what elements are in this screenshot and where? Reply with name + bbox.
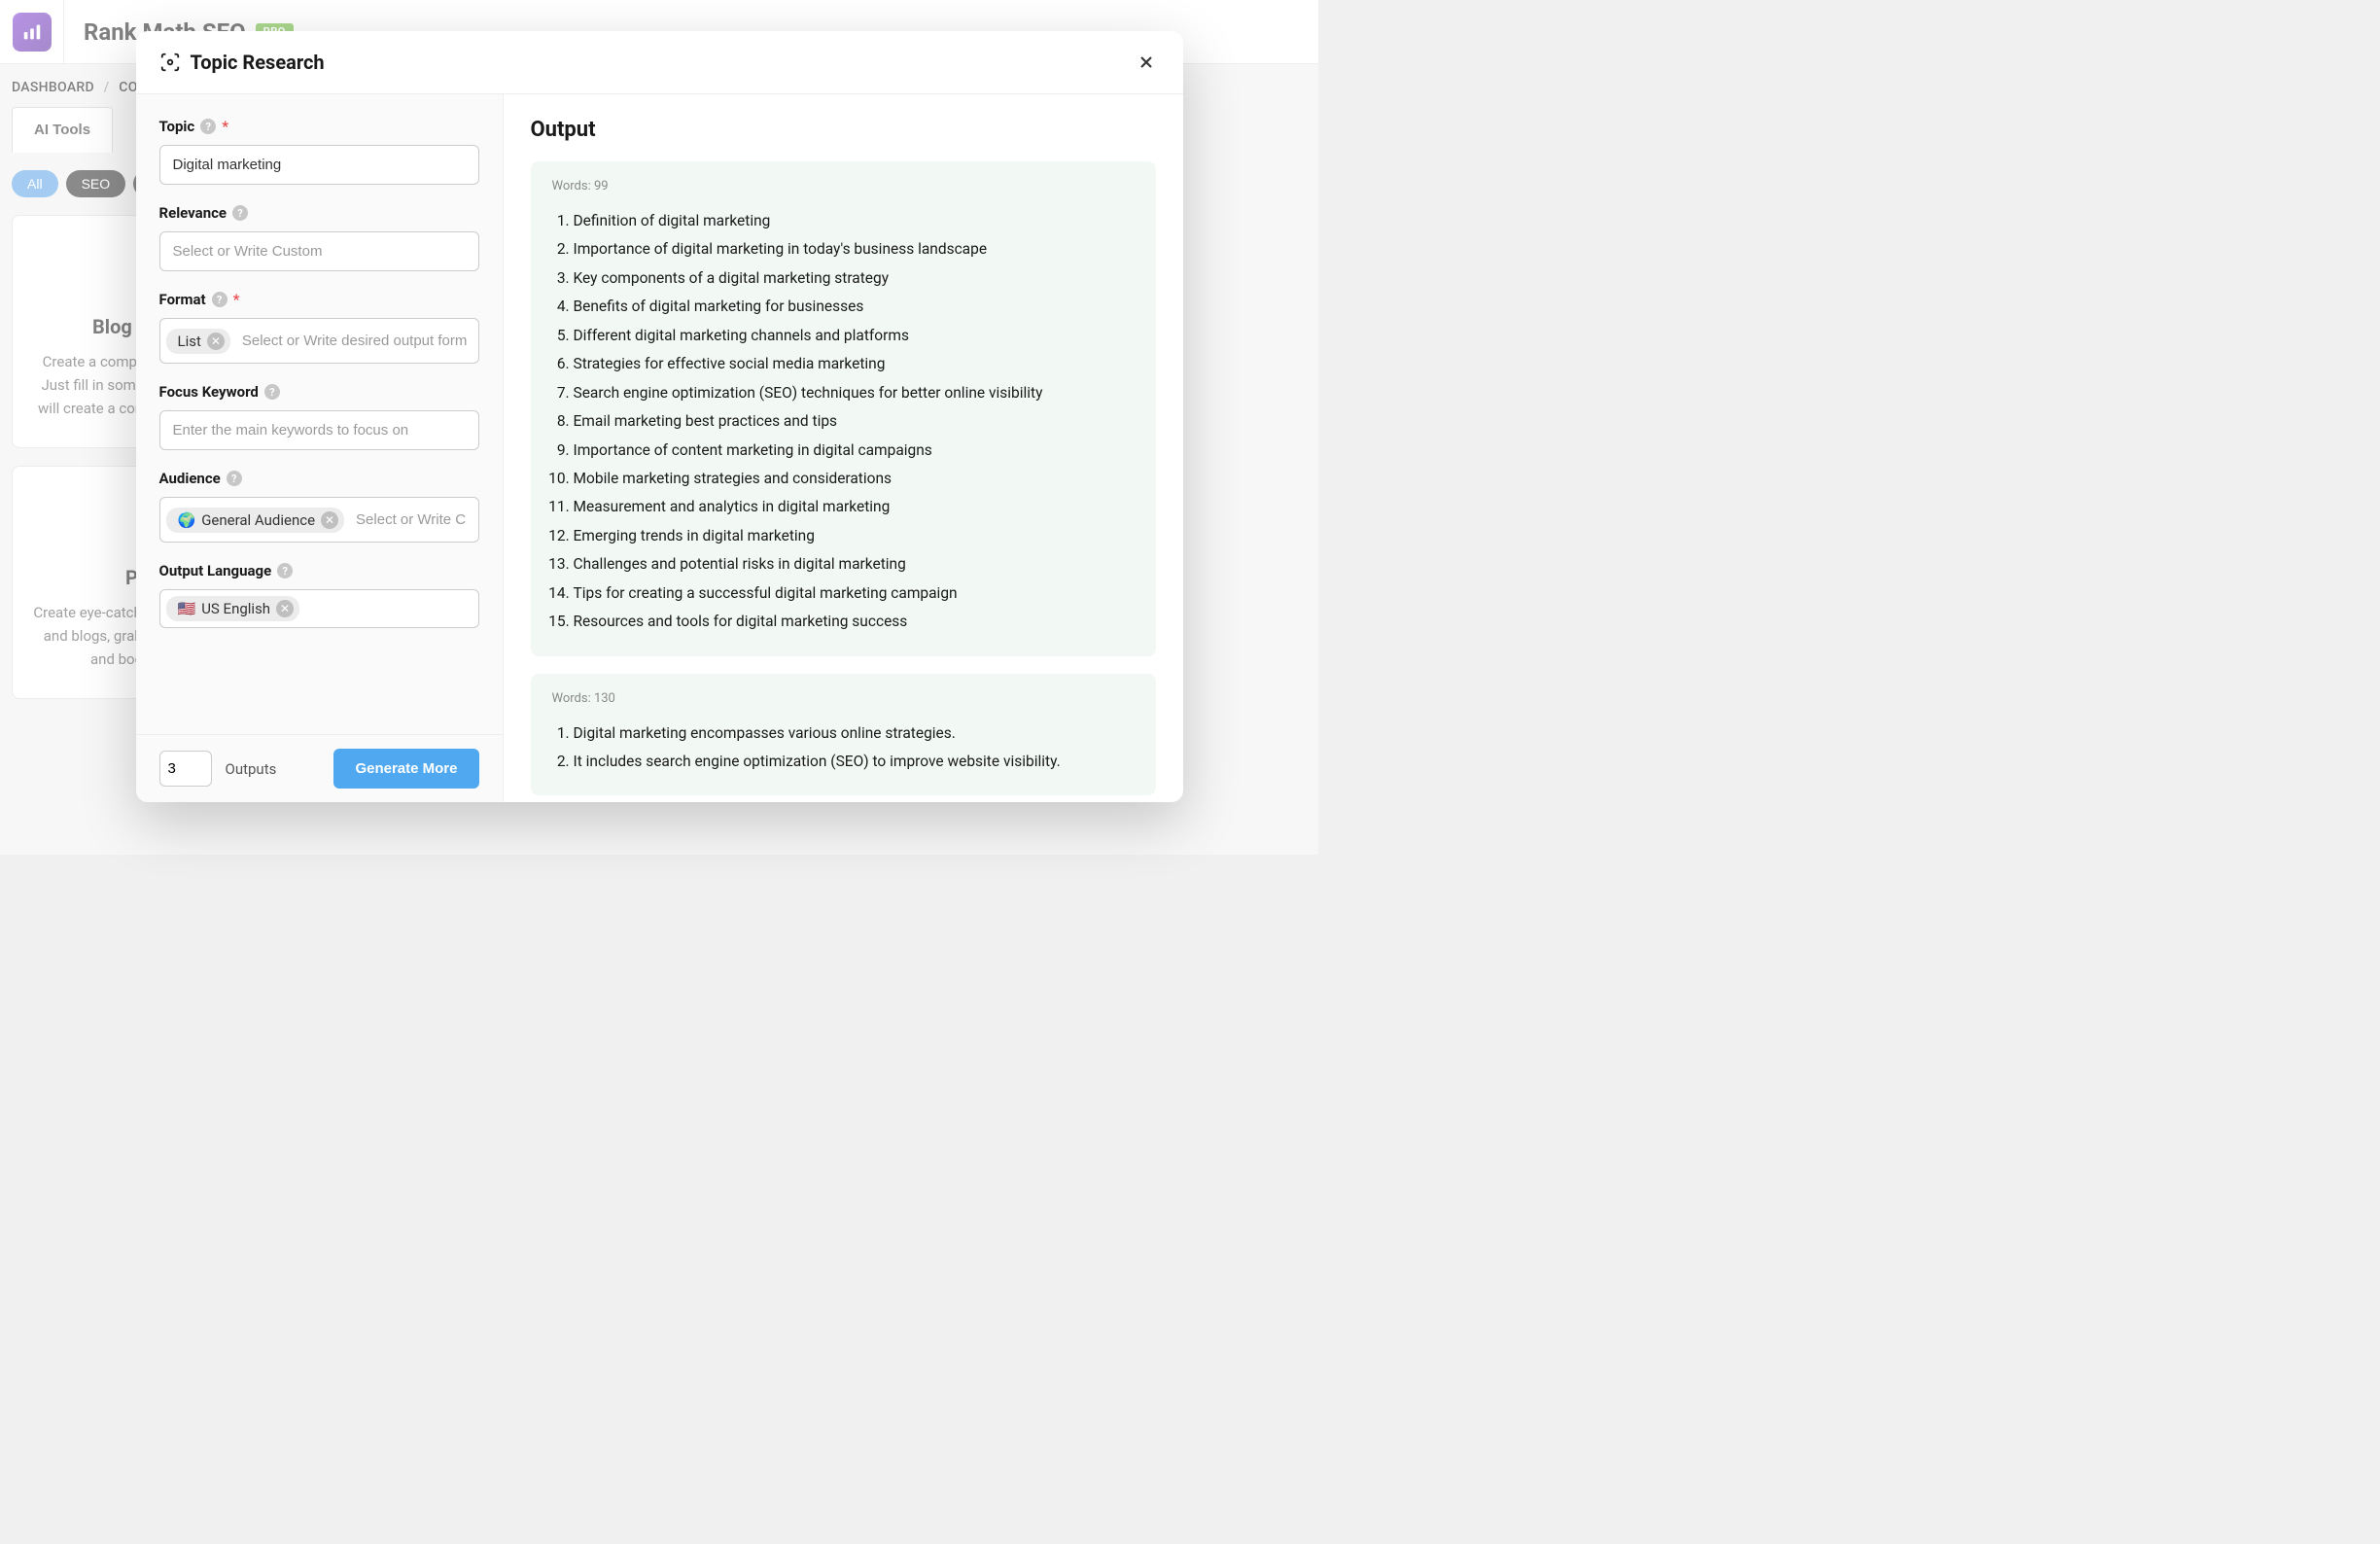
remove-tag-icon[interactable]: ✕ (276, 600, 294, 617)
modal-body: Topic ? * Relevance ? (136, 94, 1183, 802)
focus-input[interactable] (159, 410, 479, 450)
output-list-item: Definition of digital marketing (574, 207, 1135, 235)
scan-icon (159, 52, 181, 73)
lang-tag: 🇺🇸 US English ✕ (166, 596, 300, 621)
us-flag-icon: 🇺🇸 (178, 600, 196, 617)
tag-label: US English (201, 600, 270, 617)
modal-title: Topic Research (191, 51, 1133, 74)
output-list-item: Importance of digital marketing in today… (574, 235, 1135, 263)
topic-research-modal: Topic Research Topic ? * (136, 31, 1183, 802)
output-list-item: Key components of a digital marketing st… (574, 264, 1135, 293)
remove-tag-icon[interactable]: ✕ (321, 511, 338, 529)
output-list-item: Search engine optimization (SEO) techniq… (574, 379, 1135, 407)
close-button[interactable] (1133, 49, 1160, 76)
help-icon[interactable]: ? (264, 384, 280, 400)
lang-input[interactable]: 🇺🇸 US English ✕ (159, 589, 479, 628)
audience-input[interactable]: 🌍 General Audience ✕ (159, 497, 479, 543)
topic-input[interactable] (159, 145, 479, 185)
output-list-item: Strategies for effective social media ma… (574, 350, 1135, 378)
help-icon[interactable]: ? (277, 563, 293, 579)
output-list-item: Different digital marketing channels and… (574, 322, 1135, 350)
outputs-label: Outputs (226, 760, 321, 778)
required-mark: * (233, 291, 240, 308)
modal-footer: Outputs Generate More (136, 734, 503, 802)
output-list-item: Tips for creating a successful digital m… (574, 579, 1135, 608)
output-list-item: Digital marketing encompasses various on… (574, 719, 1135, 748)
modal-overlay: Topic Research Topic ? * (0, 0, 1318, 855)
help-icon[interactable]: ? (212, 292, 228, 307)
topic-label: Topic (159, 118, 195, 135)
tag-label: List (178, 333, 201, 350)
field-format: Format ? * List ✕ (159, 291, 479, 364)
output-list-item: Benefits of digital marketing for busine… (574, 293, 1135, 321)
globe-icon: 🌍 (178, 511, 196, 529)
outputs-count-input[interactable] (159, 751, 212, 787)
output-block-2: Words: 130 Digital marketing encompasses… (531, 674, 1156, 796)
audience-label: Audience (159, 470, 221, 487)
relevance-input[interactable] (159, 231, 479, 271)
focus-label: Focus Keyword (159, 383, 259, 401)
words-count-2: Words: 130 (552, 691, 1135, 706)
format-text-input[interactable] (236, 325, 472, 357)
field-relevance: Relevance ? (159, 204, 479, 271)
help-icon[interactable]: ? (200, 119, 216, 134)
modal-header: Topic Research (136, 31, 1183, 94)
field-output-language: Output Language ? 🇺🇸 US English ✕ (159, 562, 479, 628)
output-list-item: Mobile marketing strategies and consider… (574, 465, 1135, 493)
output-list-item: Importance of content marketing in digit… (574, 437, 1135, 465)
audience-text-input[interactable] (350, 504, 472, 536)
modal-output-panel: Output Words: 99 Definition of digital m… (504, 94, 1183, 802)
field-focus-keyword: Focus Keyword ? (159, 383, 479, 450)
words-count-1: Words: 99 (552, 179, 1135, 193)
field-audience: Audience ? 🌍 General Audience ✕ (159, 470, 479, 543)
format-tag-list: List ✕ (166, 329, 230, 354)
required-mark: * (222, 118, 228, 135)
output-list-item: It includes search engine optimization (… (574, 748, 1135, 776)
modal-form-panel: Topic ? * Relevance ? (136, 94, 504, 802)
audience-tag: 🌍 General Audience ✕ (166, 508, 345, 533)
output-list-1: Definition of digital marketingImportanc… (552, 207, 1135, 637)
help-icon[interactable]: ? (232, 205, 248, 221)
relevance-label: Relevance (159, 204, 228, 222)
help-icon[interactable]: ? (227, 471, 242, 486)
output-heading: Output (531, 118, 1156, 142)
generate-more-button[interactable]: Generate More (333, 749, 478, 789)
tag-label: General Audience (201, 511, 315, 529)
output-list-item: Measurement and analytics in digital mar… (574, 493, 1135, 521)
output-list-2: Digital marketing encompasses various on… (552, 719, 1135, 777)
output-list-item: Email marketing best practices and tips (574, 407, 1135, 436)
format-input[interactable]: List ✕ (159, 318, 479, 364)
output-list-item: Resources and tools for digital marketin… (574, 608, 1135, 636)
field-topic: Topic ? * (159, 118, 479, 185)
lang-label: Output Language (159, 562, 272, 579)
remove-tag-icon[interactable]: ✕ (207, 333, 225, 350)
output-block-1: Words: 99 Definition of digital marketin… (531, 161, 1156, 656)
output-list-item: Challenges and potential risks in digita… (574, 550, 1135, 579)
format-label: Format (159, 291, 206, 308)
output-list-item: Emerging trends in digital marketing (574, 522, 1135, 550)
